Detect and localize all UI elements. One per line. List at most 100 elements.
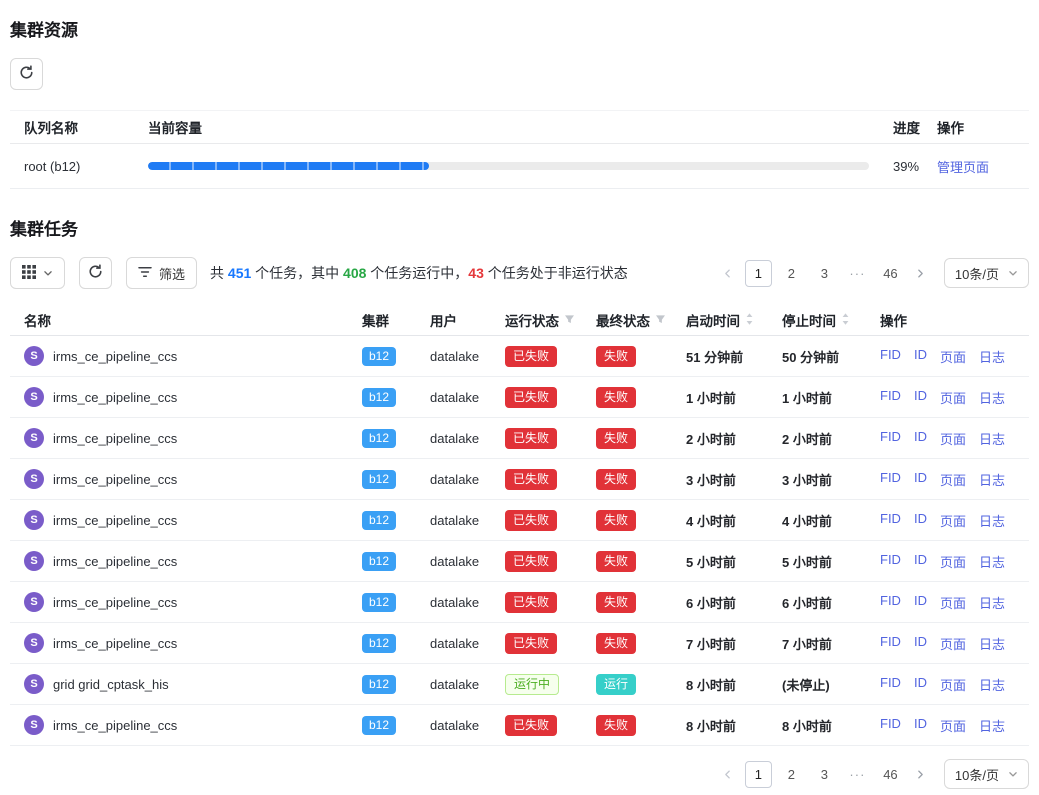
- resources-section-title: 集群资源: [10, 16, 1029, 41]
- page-size-select[interactable]: 10条/页: [944, 759, 1029, 789]
- final-status-badge: 运行: [596, 674, 636, 695]
- page-button-3[interactable]: 3: [811, 260, 838, 287]
- manage-page-link[interactable]: 管理页面: [937, 160, 989, 175]
- log-link[interactable]: 日志: [979, 593, 1005, 612]
- col-queue-name: 队列名称: [24, 117, 148, 137]
- stop-time: 1 小时前: [782, 388, 880, 407]
- page-ellipsis[interactable]: ···: [844, 761, 871, 788]
- log-link[interactable]: 日志: [979, 716, 1005, 735]
- id-link[interactable]: ID: [914, 675, 927, 694]
- page-button-3[interactable]: 3: [811, 761, 838, 788]
- page-link[interactable]: 页面: [940, 675, 966, 694]
- log-link[interactable]: 日志: [979, 634, 1005, 653]
- next-page-button[interactable]: [910, 262, 932, 284]
- start-time: 2 小时前: [686, 429, 782, 448]
- run-status-badge: 已失败: [505, 346, 557, 367]
- id-link[interactable]: ID: [914, 347, 927, 366]
- next-page-button[interactable]: [910, 763, 932, 785]
- resources-refresh-button[interactable]: [10, 58, 43, 90]
- cluster-badge: b12: [362, 347, 396, 366]
- id-link[interactable]: ID: [914, 429, 927, 448]
- final-status-badge: 失败: [596, 346, 636, 367]
- page-button-2[interactable]: 2: [778, 761, 805, 788]
- page-link[interactable]: 页面: [940, 511, 966, 530]
- prev-page-button[interactable]: [717, 262, 739, 284]
- page-link[interactable]: 页面: [940, 634, 966, 653]
- run-status-badge: 已失败: [505, 633, 557, 654]
- fid-link[interactable]: FID: [880, 593, 901, 612]
- page-button-last[interactable]: 46: [877, 761, 904, 788]
- fid-link[interactable]: FID: [880, 511, 901, 530]
- col-final-status: 最终状态: [596, 310, 686, 330]
- log-link[interactable]: 日志: [979, 347, 1005, 366]
- row-actions: FID ID 页面 日志: [880, 552, 1015, 571]
- tasks-refresh-button[interactable]: [79, 257, 112, 289]
- id-link[interactable]: ID: [914, 552, 927, 571]
- page-link[interactable]: 页面: [940, 593, 966, 612]
- fid-link[interactable]: FID: [880, 634, 901, 653]
- page-link[interactable]: 页面: [940, 429, 966, 448]
- start-time: 6 小时前: [686, 593, 782, 612]
- cluster-tasks-section: 集群任务: [10, 215, 1029, 789]
- fid-link[interactable]: FID: [880, 552, 901, 571]
- page-link[interactable]: 页面: [940, 347, 966, 366]
- id-link[interactable]: ID: [914, 388, 927, 407]
- final-status-badge: 失败: [596, 633, 636, 654]
- page-button-last[interactable]: 46: [877, 260, 904, 287]
- fid-link[interactable]: FID: [880, 716, 901, 735]
- id-link[interactable]: ID: [914, 470, 927, 489]
- task-name: grid grid_cptask_his: [53, 677, 169, 692]
- column-filter-icon[interactable]: [655, 313, 666, 328]
- page-button-1[interactable]: 1: [745, 761, 772, 788]
- col-start-time: 启动时间: [686, 310, 782, 330]
- page-button-1[interactable]: 1: [745, 260, 772, 287]
- cluster-badge: b12: [362, 675, 396, 694]
- column-settings-button[interactable]: [10, 257, 65, 289]
- id-link[interactable]: ID: [914, 593, 927, 612]
- capacity-progress-bar: [148, 162, 869, 170]
- id-link[interactable]: ID: [914, 511, 927, 530]
- sort-carets-icon[interactable]: [841, 312, 850, 329]
- final-status-badge: 失败: [596, 510, 636, 531]
- summary-text: 个任务，其中: [251, 265, 343, 281]
- log-link[interactable]: 日志: [979, 388, 1005, 407]
- start-time: 8 小时前: [686, 716, 782, 735]
- filter-button[interactable]: 筛选: [126, 257, 197, 289]
- log-link[interactable]: 日志: [979, 429, 1005, 448]
- fid-link[interactable]: FID: [880, 347, 901, 366]
- page-ellipsis[interactable]: ···: [844, 260, 871, 287]
- page-link[interactable]: 页面: [940, 388, 966, 407]
- log-link[interactable]: 日志: [979, 470, 1005, 489]
- id-link[interactable]: ID: [914, 716, 927, 735]
- table-row: S irms_ce_pipeline_ccs b12 datalake 已失败 …: [10, 705, 1029, 746]
- tasks-table: 名称 集群 用户 运行状态 最终状态 启动时间: [10, 305, 1029, 746]
- column-filter-icon[interactable]: [564, 313, 575, 328]
- fid-link[interactable]: FID: [880, 429, 901, 448]
- task-type-avatar: S: [24, 387, 44, 407]
- fid-link[interactable]: FID: [880, 470, 901, 489]
- cluster-badge: b12: [362, 429, 396, 448]
- page-link[interactable]: 页面: [940, 470, 966, 489]
- id-link[interactable]: ID: [914, 634, 927, 653]
- tasks-table-body: S irms_ce_pipeline_ccs b12 datalake 已失败 …: [10, 336, 1029, 746]
- log-link[interactable]: 日志: [979, 511, 1005, 530]
- cluster-badge: b12: [362, 388, 396, 407]
- table-row: S grid grid_cptask_his b12 datalake 运行中 …: [10, 664, 1029, 705]
- page-button-2[interactable]: 2: [778, 260, 805, 287]
- cluster-badge: b12: [362, 552, 396, 571]
- fid-link[interactable]: FID: [880, 388, 901, 407]
- sort-carets-icon[interactable]: [745, 312, 754, 329]
- page-size-select[interactable]: 10条/页: [944, 258, 1029, 288]
- start-time: 51 分钟前: [686, 347, 782, 366]
- page-link[interactable]: 页面: [940, 716, 966, 735]
- page-link[interactable]: 页面: [940, 552, 966, 571]
- user-name: datalake: [430, 349, 505, 364]
- stop-time: 2 小时前: [782, 429, 880, 448]
- log-link[interactable]: 日志: [979, 552, 1005, 571]
- log-link[interactable]: 日志: [979, 675, 1005, 694]
- prev-page-button[interactable]: [717, 763, 739, 785]
- table-row: S irms_ce_pipeline_ccs b12 datalake 已失败 …: [10, 582, 1029, 623]
- stop-time: 8 小时前: [782, 716, 880, 735]
- fid-link[interactable]: FID: [880, 675, 901, 694]
- cluster-resources-section: 集群资源 队列名称 当前容量 进度 操作 root (b12): [10, 16, 1029, 189]
